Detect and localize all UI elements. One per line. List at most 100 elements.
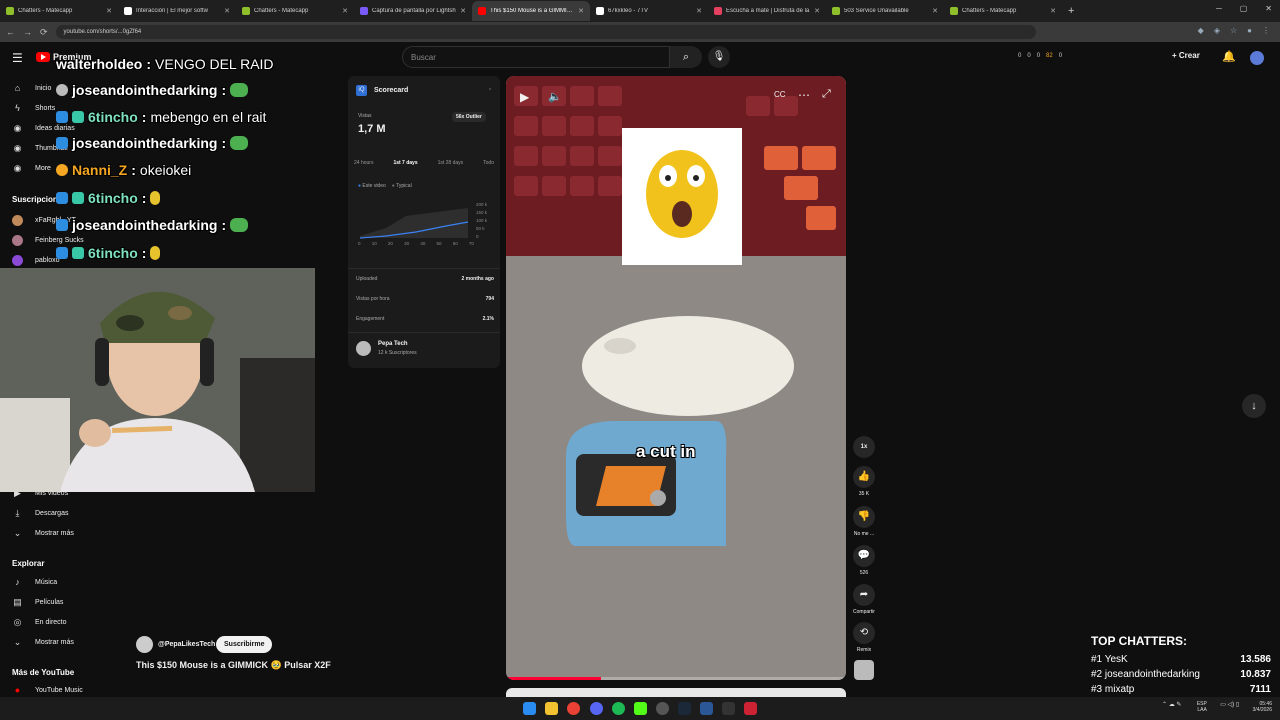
channel-name[interactable]: Pepa Tech: [378, 341, 408, 347]
tab-all[interactable]: Todo: [483, 160, 494, 166]
close-tab-icon[interactable]: ✕: [460, 7, 466, 15]
search-button[interactable]: ⌕: [670, 46, 702, 68]
language-indicator[interactable]: ESP LAA: [1197, 701, 1207, 713]
next-video-button[interactable]: ↓: [1242, 394, 1266, 418]
file-explorer-icon[interactable]: [545, 702, 558, 715]
fullscreen-icon[interactable]: ⤢: [822, 88, 831, 101]
browser-tab[interactable]: Chatters - Matecapp ✕: [0, 1, 118, 21]
tab-24-hours[interactable]: 24 hours: [354, 160, 373, 166]
spotify-icon[interactable]: [612, 702, 625, 715]
sidebar-item-downloads[interactable]: ⤓ Descargas: [12, 508, 69, 519]
comments-button[interactable]: 💬 526: [852, 545, 876, 576]
share-button[interactable]: ➦ Compartir: [852, 584, 876, 615]
search-icon: ⌕: [682, 51, 690, 63]
close-tab-icon[interactable]: ✕: [932, 7, 938, 15]
sidebar-item-youtube-music[interactable]: ● YouTube Music: [12, 685, 83, 695]
captions-icon[interactable]: CC: [774, 90, 786, 99]
channel-avatar[interactable]: [356, 341, 371, 356]
sidebar-item-movies[interactable]: ▤ Películas: [12, 597, 63, 608]
sidebar-subscription[interactable]: pabloxo: [12, 255, 60, 266]
close-tab-icon[interactable]: ✕: [342, 7, 348, 15]
extension-icon[interactable]: ◆: [1198, 26, 1204, 35]
tab-favicon-icon: [596, 7, 604, 15]
thumbs-up-icon: 👍: [853, 466, 875, 488]
tab-28-days[interactable]: 1st 28 days: [438, 160, 464, 166]
maximize-icon[interactable]: ▢: [1240, 4, 1248, 13]
sidebar-item-music[interactable]: ♪ Música: [12, 577, 57, 587]
channel-handle[interactable]: @PepaLikesTech: [158, 641, 215, 648]
channel-avatar[interactable]: [136, 636, 153, 653]
sidebar-show-more[interactable]: ⌄ Mostrar más: [12, 528, 74, 539]
volume-icon[interactable]: 🔈: [548, 90, 562, 103]
close-tab-icon[interactable]: ✕: [578, 7, 584, 15]
sound-thumbnail[interactable]: [854, 660, 874, 680]
sidebar-item-live[interactable]: ◎ En directo: [12, 617, 67, 628]
voice-search-button[interactable]: 🎙: [708, 46, 730, 68]
sidebar-item-label: Películas: [35, 599, 64, 606]
extension-icon[interactable]: ◈: [1214, 26, 1220, 35]
sidebar-item-more[interactable]: ◉ More: [12, 163, 51, 174]
reload-icon[interactable]: ⟳: [40, 27, 48, 38]
tab-7-days[interactable]: 1st 7 days: [393, 160, 417, 166]
steam-icon[interactable]: [678, 702, 691, 715]
account-avatar[interactable]: [1250, 51, 1264, 65]
sidebar-show-more[interactable]: ⌄ Mostrar más: [12, 637, 74, 648]
tab-favicon-icon: [6, 7, 14, 15]
shorts-video-player[interactable]: ▶ 🔈 CC ⋯ ⤢ a cut in: [506, 76, 846, 680]
playback-speed-button[interactable]: 1x: [852, 436, 876, 461]
create-button[interactable]: + Crear: [1172, 51, 1200, 60]
close-tab-icon[interactable]: ✕: [106, 7, 112, 15]
browser-tab[interactable]: Chatters - Matecapp ✕: [236, 1, 354, 21]
browser-tab[interactable]: Chatters - Matecapp ✕: [944, 1, 1062, 21]
sidebar-item-inicio[interactable]: ⌂ Inicio: [12, 83, 52, 93]
sidebar-item-shorts[interactable]: ϟ Shorts: [12, 103, 55, 113]
word-icon[interactable]: [700, 702, 713, 715]
browser-tab[interactable]: 503 Service Unavailable ✕: [826, 1, 944, 21]
play-pause-icon[interactable]: ▶: [520, 90, 529, 104]
browser-tab[interactable]: Captura de pantalla por Lightsh ✕: [354, 1, 472, 21]
divider: [348, 332, 500, 333]
tab-title: 67kxkleo - 7TV: [608, 8, 649, 14]
thumbs-down-icon: 👎: [853, 506, 875, 528]
browser-tab[interactable]: Escucha a mate | Disfruta de la ✕: [708, 1, 826, 21]
close-tab-icon[interactable]: ✕: [1050, 7, 1056, 15]
kick-icon[interactable]: [634, 702, 647, 715]
profile-icon[interactable]: ●: [1247, 26, 1252, 35]
minimize-icon[interactable]: ─: [1216, 4, 1222, 13]
browser-tab[interactable]: This $150 Mouse is a GIMMICK ✕: [472, 1, 590, 21]
engagement-label: Engagement: [356, 316, 385, 322]
close-tab-icon[interactable]: ✕: [814, 7, 820, 15]
tray-icons[interactable]: ⌃ ☁ ✎: [1162, 701, 1181, 708]
new-tab-button[interactable]: +: [1068, 5, 1074, 17]
url-field[interactable]: youtube.com/shorts/...0gZf64: [55, 25, 1036, 39]
forward-icon[interactable]: →: [23, 27, 32, 37]
progress-track[interactable]: [506, 677, 846, 680]
clock[interactable]: 05:46 3/4/2026: [1253, 701, 1272, 713]
start-icon[interactable]: [523, 702, 536, 715]
browser-tab[interactable]: 67kxkleo - 7TV ✕: [590, 1, 708, 21]
close-tab-icon[interactable]: ✕: [224, 7, 230, 15]
chrome-icon[interactable]: [567, 702, 580, 715]
back-icon[interactable]: ←: [6, 27, 15, 37]
next-short-preview[interactable]: [506, 688, 846, 697]
close-window-icon[interactable]: ✕: [1265, 4, 1272, 13]
youtube-logo[interactable]: [36, 52, 50, 62]
search-input[interactable]: Buscar: [402, 46, 670, 68]
hamburger-menu-icon[interactable]: ☰: [12, 51, 23, 65]
bookmark-star-icon[interactable]: ☆: [1230, 26, 1237, 35]
browser-tab[interactable]: Interacción | El mejor softw ✕: [118, 1, 236, 21]
recording-app-icon[interactable]: [744, 702, 757, 715]
obs-icon[interactable]: [656, 702, 669, 715]
subscribe-button[interactable]: Suscribirme: [216, 636, 273, 653]
more-options-icon[interactable]: ⋯: [798, 88, 810, 102]
collapse-chevron-icon[interactable]: ⌃: [488, 88, 492, 94]
close-tab-icon[interactable]: ✕: [696, 7, 702, 15]
discord-icon[interactable]: [590, 702, 603, 715]
like-button[interactable]: 👍 35 K: [852, 466, 876, 497]
remix-button[interactable]: ⟲ Remix: [852, 622, 876, 653]
dislike-button[interactable]: 👎 No me ...: [852, 506, 876, 537]
app-icon[interactable]: [722, 702, 735, 715]
notifications-bell-icon[interactable]: 🔔: [1222, 50, 1236, 63]
network-volume-icons[interactable]: ▭ ◁) ▯: [1220, 701, 1239, 708]
browser-menu-icon[interactable]: ⋮: [1262, 26, 1270, 35]
